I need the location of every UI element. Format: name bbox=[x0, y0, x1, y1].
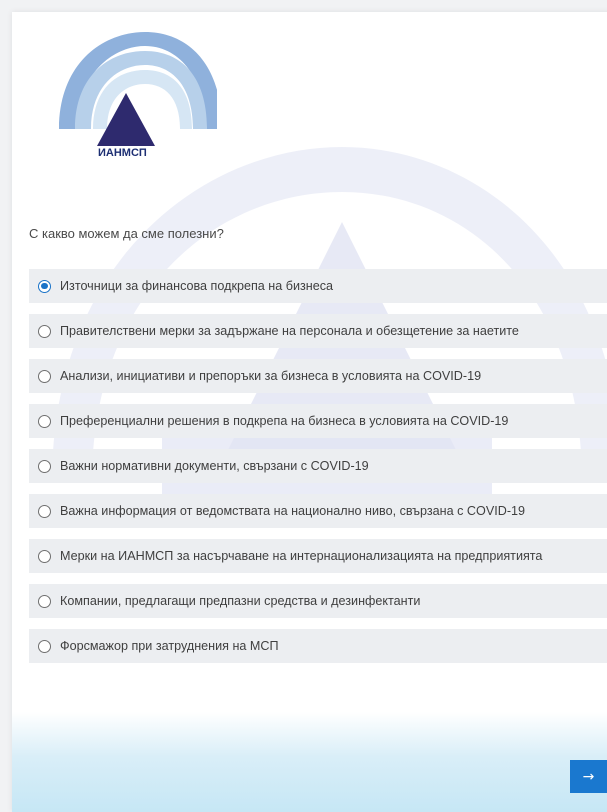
option-financial-support[interactable]: Източници за финансова подкрепа на бизне… bbox=[29, 269, 607, 303]
radio-unchecked-icon[interactable] bbox=[38, 414, 51, 428]
option-national-information[interactable]: Важна информация от ведомствата на нацио… bbox=[29, 494, 607, 528]
option-preferential-solutions[interactable]: Преференциални решения в подкрепа на биз… bbox=[29, 404, 607, 438]
survey-question: С какво можем да сме полезни? bbox=[29, 226, 224, 241]
option-analyses[interactable]: Анализи, инициативи и препоръки за бизне… bbox=[29, 359, 607, 393]
radio-checked-icon[interactable] bbox=[38, 279, 51, 293]
radio-unchecked-icon[interactable] bbox=[38, 324, 51, 338]
option-label: Мерки на ИАНМСП за насърчаване на интерн… bbox=[60, 549, 543, 563]
ianmsp-logo-icon: ИАНМСП bbox=[59, 32, 217, 159]
option-label: Компании, предлагащи предпазни средства … bbox=[60, 594, 421, 608]
option-protective-equipment[interactable]: Компании, предлагащи предпазни средства … bbox=[29, 584, 607, 618]
option-force-majeure[interactable]: Форсмажор при затруднения на МСП bbox=[29, 629, 607, 663]
option-list: Източници за финансова подкрепа на бизне… bbox=[29, 269, 607, 674]
next-button[interactable]: → bbox=[570, 760, 607, 793]
option-label: Преференциални решения в подкрепа на биз… bbox=[60, 414, 509, 428]
footer-gradient bbox=[12, 712, 607, 812]
radio-unchecked-icon[interactable] bbox=[38, 639, 51, 653]
radio-unchecked-icon[interactable] bbox=[38, 369, 51, 383]
organization-logo: ИАНМСП bbox=[47, 24, 217, 161]
logo-text: ИАНМСП bbox=[98, 147, 147, 159]
option-internationalization[interactable]: Мерки на ИАНМСП за насърчаване на интерн… bbox=[29, 539, 607, 573]
radio-unchecked-icon[interactable] bbox=[38, 594, 51, 608]
option-label: Важни нормативни документи, свързани с C… bbox=[60, 459, 369, 473]
option-label: Форсмажор при затруднения на МСП bbox=[60, 639, 279, 653]
option-government-measures[interactable]: Правителствени мерки за задържане на пер… bbox=[29, 314, 607, 348]
radio-unchecked-icon[interactable] bbox=[38, 459, 51, 473]
option-normative-documents[interactable]: Важни нормативни документи, свързани с C… bbox=[29, 449, 607, 483]
radio-unchecked-icon[interactable] bbox=[38, 504, 51, 518]
option-label: Анализи, инициативи и препоръки за бизне… bbox=[60, 369, 482, 383]
option-label: Правителствени мерки за задържане на пер… bbox=[60, 324, 519, 338]
option-label: Важна информация от ведомствата на нацио… bbox=[60, 504, 526, 518]
option-label: Източници за финансова подкрепа на бизне… bbox=[60, 279, 334, 293]
survey-card: ИАНМСП С какво можем да сме полезни? Изт… bbox=[12, 12, 607, 812]
radio-unchecked-icon[interactable] bbox=[38, 549, 51, 563]
arrow-right-icon: → bbox=[582, 768, 595, 785]
